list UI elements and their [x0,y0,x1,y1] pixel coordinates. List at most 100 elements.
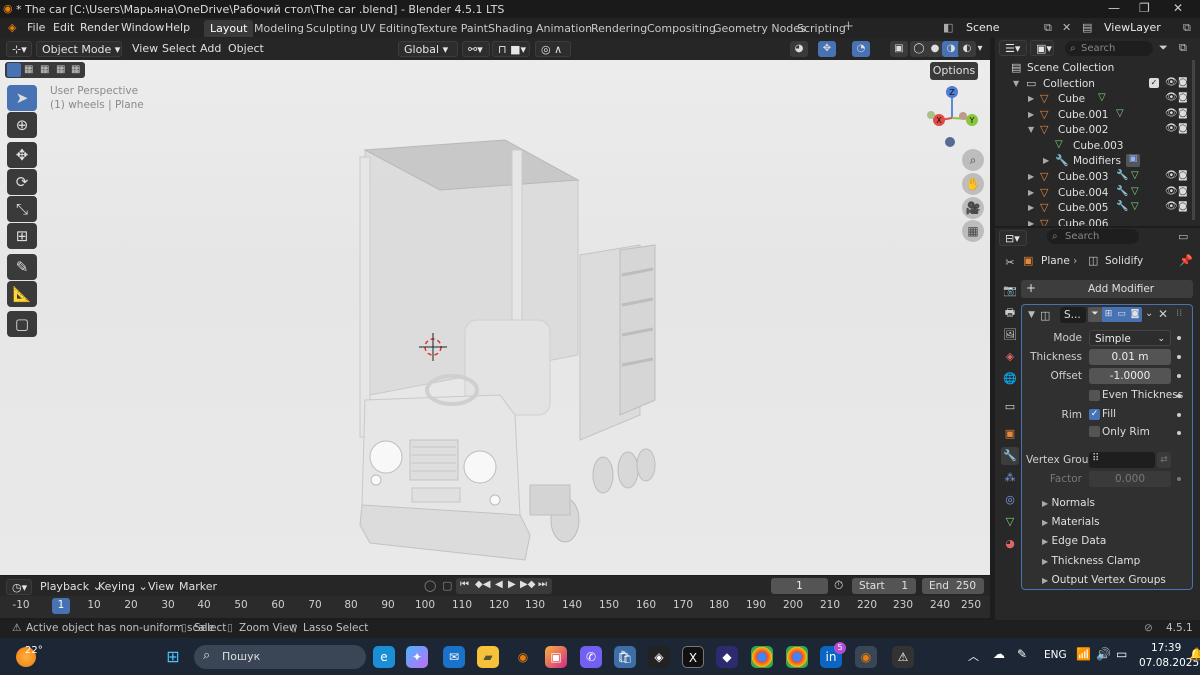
copilot-icon[interactable]: ✦ [406,646,428,668]
menu-keying[interactable]: Keying ⌄ [98,580,148,593]
animate-dot-icon[interactable] [1177,394,1181,398]
next-keyframe-icon[interactable]: ▶◆ [520,579,535,590]
collection-checkbox[interactable]: ✓ [1149,78,1159,88]
gizmo-neg-y[interactable] [927,111,935,119]
animate-dot-icon[interactable] [1177,413,1181,417]
visibility-eye-icon[interactable]: 👁 [1165,170,1178,181]
subpanel-output-vertex-groups[interactable]: ▶ Output Vertex Groups [1042,574,1166,586]
gizmo-neg-z[interactable] [945,137,955,147]
taskbar-search-input[interactable]: ⌕ Пошук [194,645,366,669]
close-icon[interactable]: ✕ [1173,1,1183,15]
expand-icon[interactable]: ▶ [1028,172,1034,181]
menu-help[interactable]: Help [165,21,190,34]
photos-icon[interactable]: ▣ [545,646,567,668]
shading-options-icon[interactable]: ▾ [973,41,987,57]
tab-layout[interactable]: Layout [204,20,254,37]
material-tab-icon[interactable]: ◕ [1001,535,1019,553]
menu-playback[interactable]: Playback ⌄ [40,580,102,593]
edit-mode-toggle-icon[interactable]: ⊞ [1102,307,1115,322]
animate-dot-icon[interactable] [1177,477,1181,481]
blender-active-icon[interactable]: ◉ [855,646,877,668]
ortho-toggle-icon[interactable]: ▦ [962,220,984,242]
chrome-profile-icon[interactable] [786,646,808,668]
render-camera-icon[interactable]: ◙ [1178,77,1188,88]
outliner-item-cube-004[interactable]: ▶ ▽ Cube.004 🔧 ▽ 👁 ◙ [995,186,1190,201]
expand-icon[interactable]: ▶ [1028,203,1034,212]
render-camera-icon[interactable]: ◙ [1178,123,1188,134]
jump-end-icon[interactable]: ⏭ [538,579,547,590]
modifier-name-field[interactable]: S... [1060,307,1086,323]
mode-dropdown[interactable]: Object Mode ▾ [36,41,122,57]
render-camera-icon[interactable]: ◙ [1178,108,1188,119]
viber-icon[interactable]: ✆ [580,646,602,668]
add-workspace-icon[interactable]: + [843,19,854,34]
add-cube-tool[interactable]: ▢ [7,311,37,337]
new-view-layer-icon[interactable]: ⧉ [1183,21,1191,35]
mesh-data-icon[interactable]: ▽ [1098,92,1106,103]
visibility-icon[interactable]: ◕ [790,41,808,57]
select-extend-icon[interactable]: ▦ [24,64,33,75]
only-rim-checkbox[interactable] [1089,426,1100,437]
play-reverse-icon[interactable]: ◀ [495,579,503,590]
snap-dropdown[interactable]: ⊓ ■▾ [492,41,530,57]
visibility-eye-icon[interactable]: 👁 [1165,108,1178,119]
animate-dot-icon[interactable] [1177,431,1181,435]
pivot-dropdown[interactable]: ⚯▾ [462,41,490,57]
store-icon[interactable]: 🛍 [614,646,636,668]
navigation-gizmo[interactable]: Z X Y [920,82,980,152]
menu-render[interactable]: Render [80,21,119,34]
cursor-tool[interactable]: ⊕ [7,112,37,138]
select-subtract-icon[interactable]: ▦ [40,64,49,75]
gizmo-neg-x[interactable] [959,112,967,120]
weather-temp[interactable]: 22° [25,645,43,656]
modifier-icon[interactable]: ▣ [1126,154,1140,167]
scale-tool[interactable]: ⤡ [7,196,37,222]
menu-window[interactable]: Window [121,21,164,34]
outliner-display-mode[interactable]: ▣▾ [1030,40,1054,56]
expand-icon[interactable]: ▶ [1028,110,1034,119]
expand-icon[interactable]: ▶ [1028,94,1034,103]
menu-edit[interactable]: Edit [53,21,74,34]
collection-tab-icon[interactable]: ▭ [1001,398,1019,416]
scene-icon[interactable]: ◧ [943,21,953,34]
visibility-eye-icon[interactable]: 👁 [1165,201,1178,212]
offset-field[interactable]: -1.0000 [1089,368,1171,384]
outliner-editor-type[interactable]: ☰▾ [999,40,1027,56]
modifier-menu-icon[interactable]: ⌄ [1145,308,1153,319]
visibility-eye-icon[interactable]: 👁 [1165,186,1178,197]
xray-icon[interactable]: ▣ [890,41,908,57]
options-button[interactable]: Options [930,62,978,80]
viewport-display-icon[interactable]: ▭ [1115,307,1128,322]
current-frame-field[interactable]: 1 [771,578,828,594]
outliner-item-cube[interactable]: ▶ ▽ Cube ▽ 👁 ◙ [995,92,1190,107]
transform-tool[interactable]: ⊞ [7,223,37,249]
select-new-icon[interactable] [7,63,21,77]
properties-search-input[interactable]: ⌕ Search [1047,229,1139,244]
expand-icon[interactable]: ▼ [1028,125,1034,134]
move-tool[interactable]: ✥ [7,142,37,168]
timeline-ruler[interactable]: -10 1 10 20 30 40 50 60 70 80 90 100 110… [0,596,990,618]
select-intersect-icon[interactable]: ▦ [71,64,80,75]
file-explorer-icon[interactable]: ▰ [477,646,499,668]
timeline-editor-type[interactable]: ◷▾ [6,579,32,595]
data-tab-icon[interactable]: ▽ [1001,513,1019,531]
windows-start-icon[interactable]: ⊞ [162,646,184,668]
annotate-tool[interactable]: ✎ [7,254,37,280]
world-tab-icon[interactable]: 🌐 [1001,370,1019,388]
animate-dot-icon[interactable] [1177,355,1181,359]
notifications-icon[interactable]: 🔔 [1189,647,1200,661]
delete-scene-icon[interactable]: ✕ [1062,21,1071,34]
outliner-scrollbar[interactable] [1192,60,1195,220]
scene-name-field[interactable]: Scene [962,20,1040,36]
outliner-item-cube-003[interactable]: ▶ ▽ Cube.003 🔧 ▽ 👁 ◙ [995,170,1190,185]
expand-icon[interactable]: ▶ [1028,188,1034,197]
expand-icon[interactable]: ▼ [1013,79,1019,88]
rotate-tool[interactable]: ⟳ [7,169,37,195]
pan-view-icon[interactable]: ✋ [962,173,984,195]
menu-object[interactable]: Object [228,42,264,55]
physics-tab-icon[interactable]: ◎ [1001,491,1019,509]
particles-tab-icon[interactable]: ⁂ [1001,469,1019,487]
render-camera-icon[interactable]: ◙ [1178,186,1188,197]
selection-mode-buttons[interactable]: ▦ ▦ ▦ ▦ [5,62,85,78]
preview-range-icon[interactable]: ⏱ [834,578,843,593]
